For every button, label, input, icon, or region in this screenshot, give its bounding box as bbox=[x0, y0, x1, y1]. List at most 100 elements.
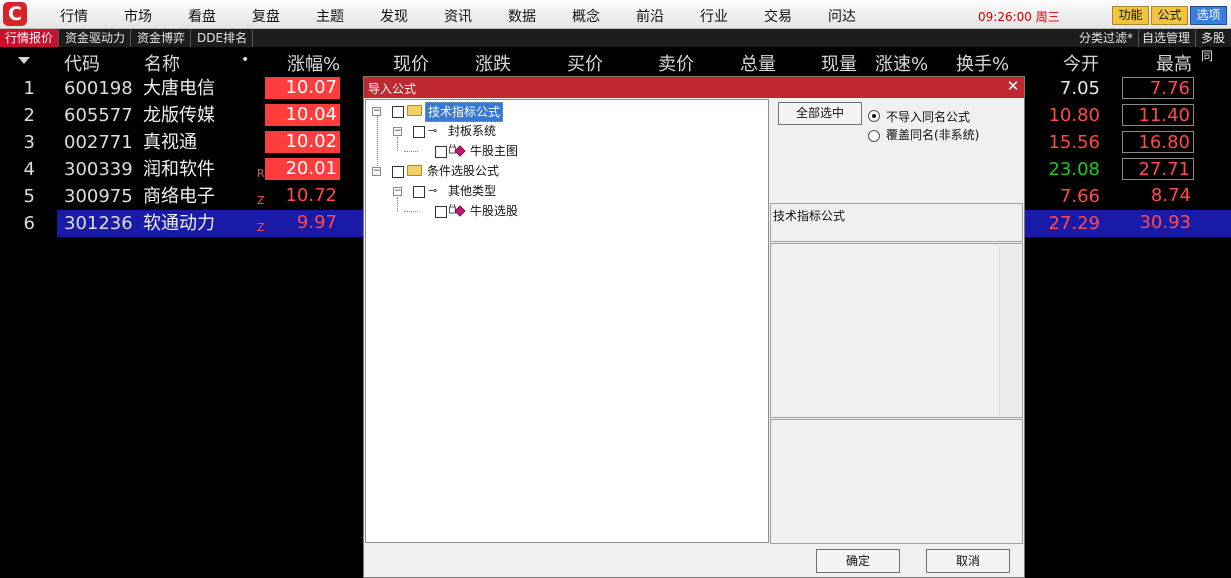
menu-gainian[interactable]: 概念 bbox=[572, 6, 600, 26]
menu-faxian[interactable]: 发现 bbox=[380, 6, 408, 26]
header-volume[interactable]: 总量 bbox=[740, 50, 776, 76]
sub-tab-bar: 行情报价 资金驱动力 资金博弈 DDE排名 分类过滤* 自选管理 多股同 bbox=[0, 29, 1231, 63]
formula-detail-box[interactable] bbox=[770, 419, 1023, 544]
ok-button[interactable]: 确定 bbox=[816, 549, 900, 573]
app-logo[interactable]: C bbox=[3, 2, 27, 26]
key-icon: ⊸ bbox=[428, 184, 438, 197]
tree-node-screener-formulas[interactable]: − 条件选股公式 bbox=[366, 162, 766, 180]
sort-down-icon[interactable] bbox=[18, 57, 30, 64]
radio-label: 不导入同名公式 bbox=[886, 110, 971, 124]
tab-quote[interactable]: 行情报价 bbox=[0, 29, 60, 47]
collapse-icon[interactable]: − bbox=[393, 187, 402, 196]
collapse-icon[interactable]: − bbox=[372, 107, 381, 116]
header-turnover[interactable]: 换手% bbox=[956, 50, 1009, 76]
checkbox-bull-main-chart[interactable] bbox=[435, 146, 447, 158]
checkbox-other-types[interactable] bbox=[413, 186, 425, 198]
menu-kanpan[interactable]: 看盘 bbox=[188, 6, 216, 26]
header-speed[interactable]: 涨速% bbox=[875, 50, 928, 76]
menu-hangye[interactable]: 行业 bbox=[700, 6, 728, 26]
tree-node-indicator-formulas[interactable]: − 技术指标公式 bbox=[366, 102, 766, 122]
radio-selected-icon[interactable] bbox=[868, 110, 880, 122]
row-index: 2 bbox=[23, 105, 35, 126]
stock-name: 大唐电信 bbox=[143, 78, 215, 99]
header-bid[interactable]: 买价 bbox=[567, 50, 603, 76]
collapse-icon[interactable]: − bbox=[372, 167, 381, 176]
menu-hangqing[interactable]: 行情 bbox=[60, 6, 88, 26]
open-price-cell: 15.56 bbox=[1048, 132, 1100, 153]
menu-zixun[interactable]: 资讯 bbox=[444, 6, 472, 26]
column-dot-icon: • bbox=[241, 52, 250, 68]
header-change[interactable]: 涨跌 bbox=[475, 50, 511, 76]
formula-button[interactable]: 公式 bbox=[1151, 6, 1188, 25]
menu-jiaoyi[interactable]: 交易 bbox=[764, 6, 792, 26]
formula-lock-icon bbox=[449, 144, 466, 157]
dialog-titlebar[interactable]: 导入公式 ✕ bbox=[364, 77, 1024, 98]
formula-description-box: 技术指标公式 bbox=[770, 203, 1023, 242]
stock-flag: Z bbox=[257, 221, 265, 234]
select-all-button[interactable]: 全部选中 bbox=[778, 102, 862, 125]
tab-watchlist-manage[interactable]: 自选管理 bbox=[1137, 29, 1197, 47]
scrollbar[interactable] bbox=[999, 245, 1021, 416]
stock-flag: R bbox=[257, 167, 265, 180]
stock-flag: Z bbox=[257, 194, 265, 207]
header-open[interactable]: 今开 bbox=[1063, 50, 1099, 76]
high-price-cell: 7.76 bbox=[1122, 77, 1194, 99]
function-button[interactable]: 功能 bbox=[1112, 6, 1149, 25]
formula-tree[interactable]: − 技术指标公式 − ⊸ 封板系统 牛股主图 − 条件选股公式 − ⊸ 其他类型… bbox=[365, 99, 769, 543]
tab-category-filter[interactable]: 分类过滤* bbox=[1074, 29, 1140, 47]
menu-zhuti[interactable]: 主题 bbox=[316, 6, 344, 26]
options-button[interactable]: 选项 bbox=[1190, 6, 1227, 25]
change-pct-cell: 10.02 bbox=[265, 131, 340, 153]
row-index: 4 bbox=[23, 159, 35, 180]
open-price-cell: 7.66 bbox=[1059, 186, 1100, 207]
row-index: 5 bbox=[23, 186, 35, 207]
header-code[interactable]: 代码 bbox=[64, 50, 100, 76]
header-price[interactable]: 现价 bbox=[393, 50, 429, 76]
open-price-cell: 27.29 bbox=[1048, 213, 1100, 234]
tab-multi-stock[interactable]: 多股同 bbox=[1196, 29, 1231, 63]
tree-label: 条件选股公式 bbox=[427, 164, 500, 178]
formula-info-box[interactable] bbox=[770, 243, 1023, 418]
header-current-volume[interactable]: 现量 bbox=[821, 50, 857, 76]
change-pct-cell: 10.04 bbox=[265, 104, 340, 126]
cancel-button[interactable]: 取消 bbox=[926, 549, 1010, 573]
key-icon: ⊸ bbox=[428, 124, 438, 137]
tab-capital-game[interactable]: 资金博弈 bbox=[132, 29, 192, 47]
header-high[interactable]: 最高 bbox=[1156, 50, 1192, 76]
header-ask[interactable]: 卖价 bbox=[658, 50, 694, 76]
change-pct-cell: 10.07 bbox=[265, 77, 340, 99]
formula-lock-icon bbox=[449, 204, 466, 217]
checkbox-board-system[interactable] bbox=[413, 126, 425, 138]
menu-shichang[interactable]: 市场 bbox=[124, 6, 152, 26]
tab-dde-rank[interactable]: DDE排名 bbox=[192, 29, 254, 47]
menu-fupan[interactable]: 复盘 bbox=[252, 6, 280, 26]
stock-code: 300975 bbox=[64, 186, 133, 207]
tree-node-other-types[interactable]: − ⊸ 其他类型 bbox=[366, 182, 766, 200]
tree-label: 牛股选股 bbox=[470, 204, 519, 218]
options-pane: 全部选中 不导入同名公式 覆盖同名(非系统) 技术指标公式 bbox=[770, 99, 1024, 544]
menu-wenda[interactable]: 问达 bbox=[828, 6, 856, 26]
high-price-cell: 27.71 bbox=[1122, 158, 1194, 180]
checkbox-bull-screener[interactable] bbox=[435, 206, 447, 218]
close-icon[interactable]: ✕ bbox=[1005, 78, 1021, 95]
tree-node-board-system[interactable]: − ⊸ 封板系统 bbox=[366, 122, 766, 140]
row-index: 1 bbox=[23, 78, 35, 99]
stock-name: 真视通 bbox=[143, 132, 197, 153]
dialog-title: 导入公式 bbox=[368, 82, 417, 96]
checkbox-screener-formulas[interactable] bbox=[392, 166, 404, 178]
collapse-icon[interactable]: − bbox=[393, 127, 402, 136]
header-change-pct[interactable]: 涨幅% bbox=[287, 50, 340, 76]
change-pct-cell: 9.97 bbox=[296, 212, 337, 233]
tree-node-bull-main-chart[interactable]: 牛股主图 bbox=[366, 142, 766, 160]
tree-label: 牛股主图 bbox=[470, 144, 519, 158]
folder-icon bbox=[407, 105, 422, 116]
radio-unselected-icon[interactable] bbox=[868, 130, 880, 142]
tab-capital-drive[interactable]: 资金驱动力 bbox=[60, 29, 132, 47]
header-name[interactable]: 名称 bbox=[144, 50, 180, 76]
menu-shuju[interactable]: 数据 bbox=[508, 6, 536, 26]
open-price-cell: 23.08 bbox=[1048, 159, 1100, 180]
checkbox-indicator-formulas[interactable] bbox=[392, 106, 404, 118]
high-price-cell: 11.40 bbox=[1122, 104, 1194, 126]
tree-node-bull-screener[interactable]: 牛股选股 bbox=[366, 202, 766, 220]
menu-qianyan[interactable]: 前沿 bbox=[636, 6, 664, 26]
